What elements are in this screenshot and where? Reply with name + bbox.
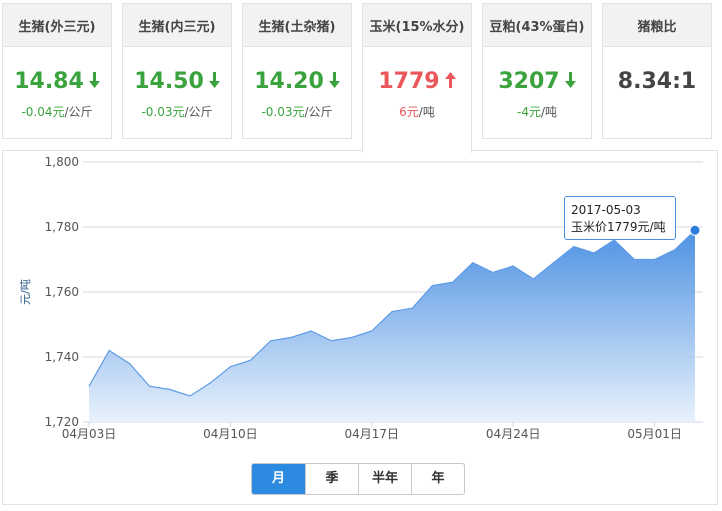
arrow-down-icon [328,69,340,95]
arrow-up-icon [444,69,456,95]
card-title: 豆粕(43%蛋白) [483,4,591,47]
range-tab[interactable]: 半年 [358,464,411,494]
card-change-unit: /吨 [418,105,435,119]
price-card[interactable]: 生猪(土杂猪) 14.20 -0.03元/公斤 [242,3,352,139]
card-change-unit: /公斤 [184,105,213,119]
card-price: 14.84 [3,69,111,95]
card-change-unit: /吨 [540,105,557,119]
card-title: 猪粮比 [603,4,711,47]
x-tick-label: 04月10日 [203,427,258,441]
y-tick-label: 1,800 [45,155,79,169]
x-tick-label: 05月01日 [627,427,682,441]
highlight-point [689,224,701,236]
card-price-value: 14.20 [254,69,324,94]
card-change-unit: /公斤 [64,105,93,119]
x-tick-label: 04月24日 [486,427,541,441]
card-price: 14.50 [123,69,231,95]
card-price-value: 14.84 [14,69,84,94]
card-price: 1779 [363,69,471,95]
card-change: -0.04元/公斤 [3,103,111,120]
card-change-value: -4元 [516,105,541,119]
y-tick-label: 1,760 [45,285,79,299]
card-price: 3207 [483,69,591,95]
x-tick-label: 04月17日 [345,427,400,441]
card-change-value: -0.03元 [261,105,305,119]
card-change: -0.03元/公斤 [243,103,351,120]
card-change: -0.03元/公斤 [123,103,231,120]
y-axis-label: 元/吨 [19,279,32,305]
tooltip-value: 玉米价1779元/吨 [571,220,666,234]
card-title: 生猪(内三元) [123,4,231,47]
card-price-value: 3207 [498,69,560,94]
card-price: 14.20 [243,69,351,95]
x-tick-label: 04月03日 [62,427,117,441]
range-tab[interactable]: 月 [252,464,305,494]
card-title: 生猪(土杂猪) [243,4,351,47]
card-change-value: -0.03元 [141,105,185,119]
price-card[interactable]: 玉米(15%水分) 1779 6元/吨 [362,3,472,153]
chart-tooltip: 2017-05-03 玉米价1779元/吨 [564,196,676,240]
range-tabs: 月季半年年 [251,463,465,495]
y-tick-label: 1,780 [45,220,79,234]
card-change: 6元/吨 [363,103,471,120]
card-price-value: 14.50 [134,69,204,94]
card-change-value: -0.04元 [21,105,65,119]
arrow-down-icon [564,69,576,95]
arrow-down-icon [208,69,220,95]
arrow-down-icon [88,69,100,95]
card-price-value: 8.34:1 [617,69,697,94]
range-tab[interactable]: 季 [305,464,358,494]
card-change-value: 6元 [399,105,419,119]
card-title: 玉米(15%水分) [363,4,471,47]
price-card[interactable]: 豆粕(43%蛋白) 3207 -4元/吨 [482,3,592,139]
card-price-value: 1779 [378,69,440,94]
price-card[interactable]: 生猪(内三元) 14.50 -0.03元/公斤 [122,3,232,139]
card-change: -4元/吨 [483,103,591,120]
price-card[interactable]: 生猪(外三元) 14.84 -0.04元/公斤 [2,3,112,139]
card-change-unit: /公斤 [304,105,333,119]
card-price: 8.34:1 [603,69,711,95]
y-tick-label: 1,740 [45,350,79,364]
tooltip-date: 2017-05-03 [571,203,641,217]
range-tab[interactable]: 年 [411,464,464,494]
card-title: 生猪(外三元) [3,4,111,47]
price-card[interactable]: 猪粮比 8.34:1 [602,3,712,139]
